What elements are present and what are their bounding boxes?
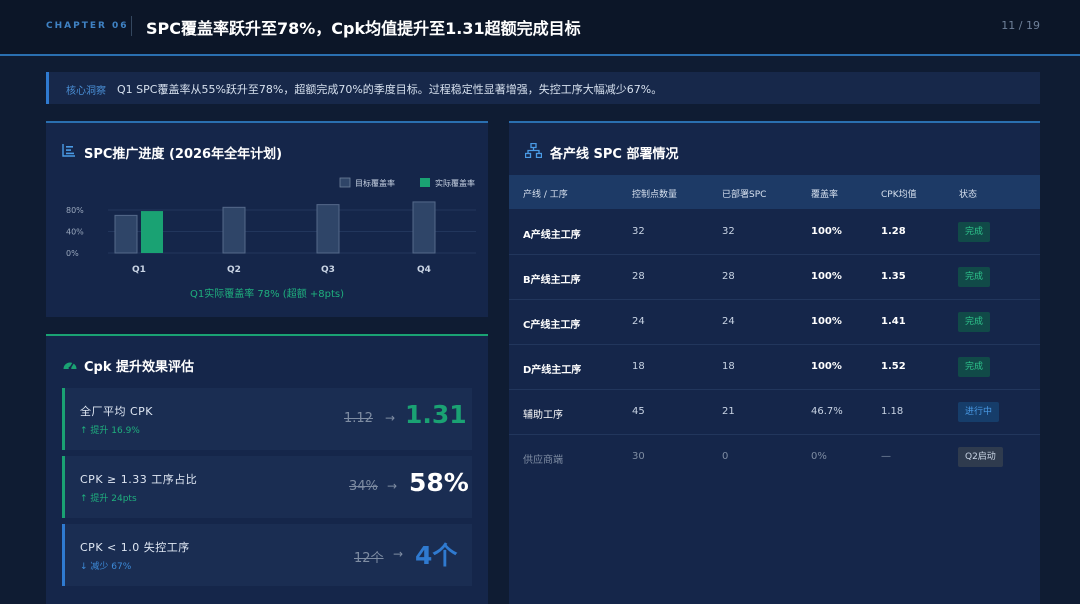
x-tick-label: Q1	[132, 265, 146, 275]
cpk-delta: ↑ 提升 16.9%	[80, 426, 140, 436]
cell-cpk: —	[881, 451, 891, 462]
status-badge: 进行中	[958, 402, 1000, 422]
column-header: 产线 / 工序	[523, 190, 568, 200]
cell-cpk: 1.35	[881, 271, 906, 282]
table-row: D产线主工序 18 18 100% 1.52 完成	[509, 345, 1040, 390]
x-tick-label: Q2	[227, 265, 241, 275]
column-header: 控制点数量	[632, 190, 678, 200]
cpk-new-value: 4个	[415, 541, 458, 570]
insight-text: Q1 SPC覆盖率从55%跃升至78%，超额完成70%的季度目标。过程稳定性显著…	[117, 83, 663, 96]
cpk-label: CPK < 1.0 失控工序	[80, 541, 190, 554]
spc-deployment-card: 各产线 SPC 部署情况 产线 / 工序 控制点数量 已部署SPC 覆盖率 CP…	[509, 121, 1040, 604]
cpk-evaluation-card: Cpk 提升效果评估 全厂平均 CPK ↑ 提升 16.9% 1.12 → 1.…	[46, 334, 488, 604]
cell-coverage: 100%	[811, 271, 842, 282]
cell-line: D产线主工序	[523, 365, 582, 376]
x-tick-label: Q4	[417, 265, 431, 275]
status-badge: 完成	[958, 312, 991, 332]
arrow-right-icon: →	[385, 411, 396, 425]
insight-banner: 核心洞察 Q1 SPC覆盖率从55%跃升至78%，超额完成70%的季度目标。过程…	[46, 72, 1040, 104]
y-tick-label: 0%	[66, 249, 79, 258]
cell-points: 30	[632, 451, 645, 462]
cpk-new-value: 58%	[409, 468, 469, 497]
status-badge: 完成	[958, 357, 991, 377]
column-header: 覆盖率	[811, 190, 839, 200]
cpk-title: Cpk 提升效果评估	[84, 360, 195, 375]
bar-actual	[141, 211, 163, 253]
network-icon	[525, 143, 542, 158]
cell-points: 45	[632, 406, 645, 417]
legend-label: 实际覆盖率	[435, 178, 475, 188]
cell-deployed: 0	[722, 451, 729, 462]
legend-swatch	[339, 177, 351, 188]
cpk-item-out-of-control: CPK < 1.0 失控工序 ↓ 减少 67% 12个 → 4个	[62, 524, 472, 586]
cell-deployed: 21	[722, 406, 735, 417]
cell-cpk: 1.41	[881, 316, 906, 327]
page-title: SPC覆盖率跃升至78%，Cpk均值提升至1.31超额完成目标	[146, 19, 581, 38]
cell-line: C产线主工序	[523, 320, 581, 331]
status-badge: 完成	[958, 222, 991, 242]
cell-points: 18	[632, 361, 645, 372]
cell-coverage: 100%	[811, 226, 842, 237]
arrow-right-icon: →	[393, 547, 404, 561]
cell-cpk: 1.28	[881, 226, 906, 237]
table-row: 供应商端 30 0 0% — Q2启动	[509, 435, 1040, 480]
cpk-item-ratio: CPK ≥ 1.33 工序占比 ↑ 提升 24pts 34% → 58%	[62, 456, 472, 518]
arrow-right-icon: →	[387, 479, 398, 493]
table-row: 辅助工序 45 21 46.7% 1.18 进行中	[509, 390, 1040, 435]
y-tick-label: 80%	[66, 206, 84, 215]
bar-target	[412, 201, 436, 254]
cpk-label: CPK ≥ 1.33 工序占比	[80, 473, 198, 486]
cpk-old-value: 1.12	[344, 411, 373, 426]
x-tick-label: Q3	[321, 265, 335, 275]
cpk-old-value: 12个	[354, 551, 384, 566]
cell-line: 供应商端	[523, 455, 563, 466]
cell-line: A产线主工序	[523, 230, 581, 241]
column-header: CPK均值	[881, 190, 917, 200]
cpk-item-avg: 全厂平均 CPK ↑ 提升 16.9% 1.12 → 1.31	[62, 388, 472, 450]
cell-points: 24	[632, 316, 645, 327]
page-number: 11 / 19	[1001, 19, 1040, 32]
cell-deployed: 28	[722, 271, 735, 282]
cell-coverage: 0%	[811, 451, 827, 462]
gauge-icon	[63, 362, 77, 370]
table-row: C产线主工序 24 24 100% 1.41 完成	[509, 300, 1040, 345]
cell-cpk: 1.18	[881, 406, 904, 417]
table-header: 产线 / 工序 控制点数量 已部署SPC 覆盖率 CPK均值 状态	[509, 175, 1040, 209]
column-header: 已部署SPC	[722, 190, 767, 200]
header-divider	[131, 16, 132, 36]
cpk-new-value: 1.31	[405, 400, 467, 429]
cell-deployed: 18	[722, 361, 735, 372]
bar-target	[114, 214, 138, 254]
cell-coverage: 46.7%	[811, 406, 843, 417]
cpk-delta: ↑ 提升 24pts	[80, 494, 137, 504]
bar-target	[316, 204, 340, 254]
cell-coverage: 100%	[811, 316, 842, 327]
cell-cpk: 1.52	[881, 361, 906, 372]
spc-progress-card: SPC推广进度 (2026年全年计划) 80% 40% 0% 目标覆盖率 实际覆盖率 Q1…	[46, 121, 488, 317]
cell-line: B产线主工序	[523, 275, 581, 286]
cell-deployed: 24	[722, 316, 735, 327]
legend-swatch	[420, 178, 430, 187]
cpk-delta: ↓ 减少 67%	[80, 562, 132, 572]
page-header: CHAPTER 06 SPC覆盖率跃升至78%，Cpk均值提升至1.31超额完成…	[0, 0, 1080, 56]
cpk-old-value: 34%	[349, 479, 378, 494]
cell-coverage: 100%	[811, 361, 842, 372]
table-row: B产线主工序 28 28 100% 1.35 完成	[509, 255, 1040, 300]
bar-target	[222, 206, 246, 254]
table-row: A产线主工序 32 32 100% 1.28 完成	[509, 210, 1040, 255]
status-badge: 完成	[958, 267, 991, 287]
cell-line: 辅助工序	[523, 410, 563, 421]
deployment-title: 各产线 SPC 部署情况	[550, 147, 679, 162]
cell-points: 28	[632, 271, 645, 282]
chapter-label: CHAPTER 06	[46, 21, 129, 31]
chart-footnote: Q1实际覆盖率 78% (超额 +8pts)	[189, 289, 345, 300]
status-badge: Q2启动	[958, 447, 1003, 467]
cpk-label: 全厂平均 CPK	[80, 405, 154, 418]
legend-label: 目标覆盖率	[355, 178, 395, 188]
y-tick-label: 40%	[66, 228, 84, 237]
cell-points: 32	[632, 226, 645, 237]
column-header: 状态	[959, 190, 978, 200]
cell-deployed: 32	[722, 226, 735, 237]
insight-tag: 核心洞察	[66, 86, 106, 97]
